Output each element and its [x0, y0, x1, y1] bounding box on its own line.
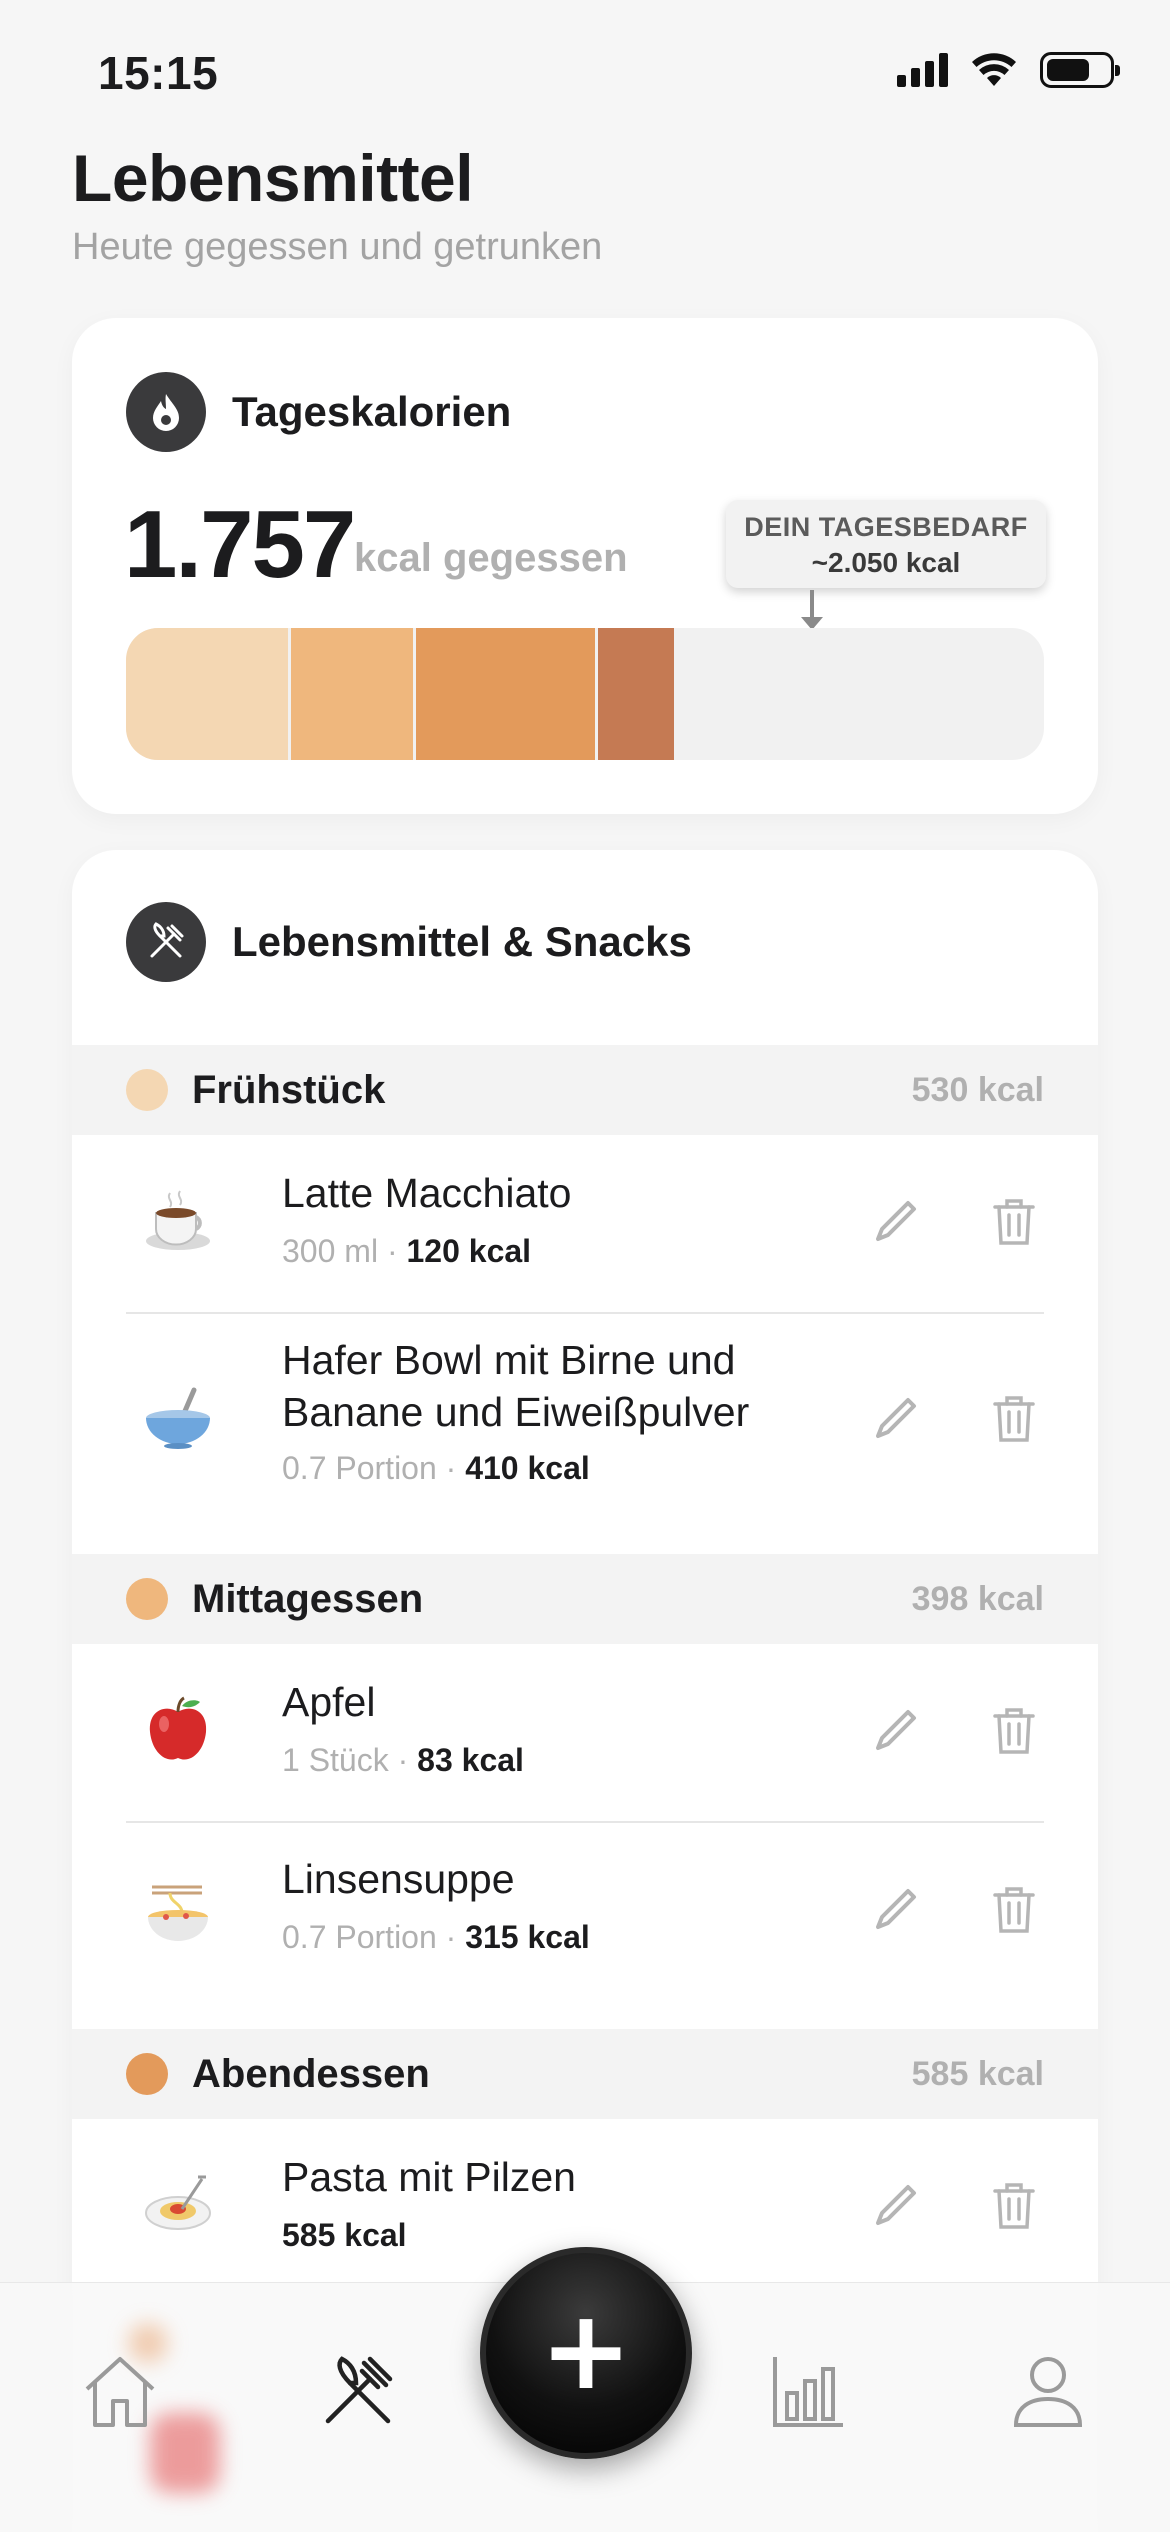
breakfast-color-dot [126, 1069, 168, 1111]
calorie-segment-2 [415, 628, 596, 760]
food-amount: 1 Stück [282, 1742, 389, 1778]
daily-calories-card[interactable]: Tageskalorien 1.757 kcal gegessen DEIN T… [72, 318, 1098, 814]
trash-icon [993, 2183, 1035, 2229]
food-name: Latte Macchiato [282, 1170, 572, 1216]
food-name: Apfel [282, 1679, 376, 1725]
flame-icon [126, 372, 206, 452]
section-header-breakfast: Frühstück 530 kcal [72, 1045, 1098, 1135]
pencil-icon [876, 2185, 916, 2225]
edit-button[interactable] [866, 1388, 926, 1448]
food-kcal: 83 kcal [417, 1742, 524, 1778]
trash-icon [993, 1708, 1035, 1754]
food-item[interactable]: Apfel 1 Stück · 83 kcal [72, 1644, 1098, 1824]
calories-eaten-unit: kcal gegessen [354, 536, 628, 580]
bowl-icon [146, 1387, 210, 1449]
fork-knife-icon [126, 902, 206, 982]
food-name: Linsensuppe [282, 1856, 515, 1902]
soup-icon [148, 1885, 208, 1941]
food-amount: 300 ml [282, 1233, 379, 1269]
food-kcal: 315 kcal [465, 1919, 590, 1955]
food-kcal: 585 kcal [282, 2217, 407, 2253]
food-kcal: 120 kcal [406, 1233, 532, 1269]
daily-calories-title: Tageskalorien [232, 388, 512, 435]
add-food-button[interactable]: + [480, 2247, 692, 2459]
daily-need-value: ~2.050 kcal [811, 547, 961, 578]
calorie-segment-3 [598, 628, 675, 760]
daily-need-tooltip: DEIN TAGESBEDARF ~2.050 kcal [726, 500, 1046, 588]
coffee-cup-icon [146, 1190, 210, 1250]
status-bar: 15:15 [0, 0, 1170, 150]
apple-icon [149, 1696, 207, 1760]
page-subtitle: Heute gegessen und getrunken [72, 226, 603, 268]
calories-progress-bar [126, 628, 1044, 760]
edit-button[interactable] [866, 1700, 926, 1760]
edit-button[interactable] [866, 2175, 926, 2235]
daily-calories-header: Tageskalorien [126, 372, 511, 452]
tab-home[interactable] [70, 2341, 170, 2441]
food-meta: 0.7 Portion · 410 kcal [282, 1450, 590, 1486]
wifi-icon [972, 53, 1016, 86]
lunch-color-dot [126, 1578, 168, 1620]
section-kcal: 585 kcal [911, 2054, 1044, 2093]
trash-icon [993, 1887, 1035, 1933]
chart-icon [773, 2357, 843, 2427]
delete-button[interactable] [984, 1388, 1044, 1448]
section-kcal: 398 kcal [911, 1579, 1044, 1618]
tab-statistics[interactable] [759, 2341, 859, 2441]
pasta-icon [145, 2175, 211, 2230]
food-kcal: 410 kcal [465, 1450, 590, 1486]
add-icon: + [539, 2286, 633, 2414]
pencil-icon [876, 1710, 916, 1750]
delete-button[interactable] [984, 1879, 1044, 1939]
section-header-lunch: Mittagessen 398 kcal [72, 1554, 1098, 1644]
section-kcal: 530 kcal [911, 1070, 1044, 1109]
profile-icon [1013, 2357, 1083, 2427]
food-list-header: Lebensmittel & Snacks [126, 902, 692, 982]
food-amount: 0.7 Portion [282, 1450, 437, 1486]
tab-profile[interactable] [998, 2341, 1098, 2441]
calorie-segment-0 [126, 628, 289, 760]
section-name: Frühstück [192, 1067, 386, 1112]
trash-icon [993, 1199, 1035, 1245]
delete-button[interactable] [984, 1700, 1044, 1760]
status-icons [897, 52, 1120, 88]
page-title: Lebensmittel [72, 141, 474, 215]
status-time: 15:15 [98, 47, 219, 99]
battery-icon [1040, 52, 1120, 88]
pencil-icon [876, 1201, 916, 1241]
daily-need-arrow-icon [801, 590, 823, 630]
daily-need-label: DEIN TAGESBEDARF [744, 512, 1028, 542]
food-name: Pasta mit Pilzen [282, 2154, 576, 2200]
calorie-segment-1 [291, 628, 413, 760]
tab-food[interactable] [308, 2341, 408, 2441]
fork-knife-icon [325, 2356, 393, 2424]
delete-button[interactable] [984, 2175, 1044, 2235]
food-meta: 300 ml · 120 kcal [282, 1233, 532, 1269]
food-list-title: Lebensmittel & Snacks [232, 918, 692, 965]
food-amount: 0.7 Portion [282, 1919, 437, 1955]
food-meta: 585 kcal [282, 2217, 407, 2254]
home-icon [85, 2357, 155, 2427]
food-meta: 1 Stück · 83 kcal [282, 1742, 524, 1778]
food-name: Hafer Bowl mit Birne und Banane und Eiwe… [282, 1337, 750, 1435]
food-item[interactable]: Linsensuppe 0.7 Portion · 315 kcal [72, 1823, 1098, 2023]
dinner-color-dot [126, 2053, 168, 2095]
calories-eaten-value: 1.757 [124, 491, 356, 598]
trash-icon [993, 1396, 1035, 1442]
section-header-dinner: Abendessen 585 kcal [72, 2029, 1098, 2119]
food-meta: 0.7 Portion · 315 kcal [282, 1919, 590, 1955]
signal-icon [897, 53, 948, 87]
pencil-icon [876, 1398, 916, 1438]
edit-button[interactable] [866, 1191, 926, 1251]
delete-button[interactable] [984, 1191, 1044, 1251]
section-name: Abendessen [192, 2051, 430, 2096]
pencil-icon [876, 1889, 916, 1929]
food-item[interactable]: Latte Macchiato 300 ml · 120 kcal [72, 1135, 1098, 1315]
edit-button[interactable] [866, 1879, 926, 1939]
section-name: Mittagessen [192, 1576, 424, 1621]
food-item[interactable]: Hafer Bowl mit Birne und Banane und Eiwe… [72, 1314, 1098, 1524]
